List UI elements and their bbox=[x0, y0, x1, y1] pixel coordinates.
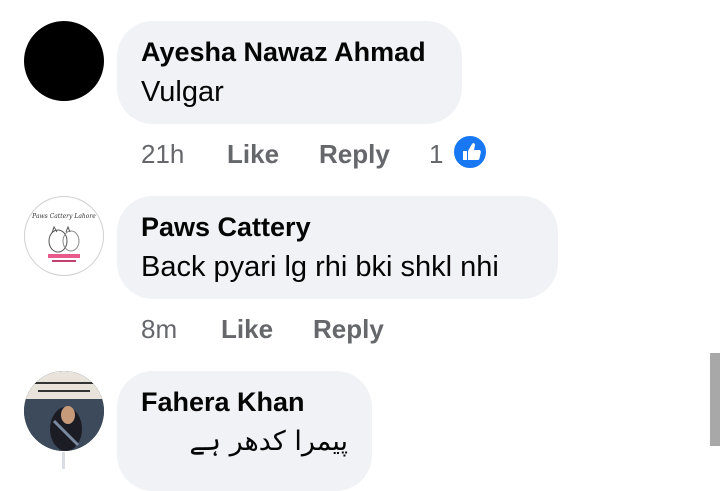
reaction-count[interactable]: 1 bbox=[429, 139, 443, 170]
reply-link[interactable]: Reply bbox=[313, 314, 384, 345]
comment-item: Ayesha Nawaz Ahmad Vulgar 21h Like Reply… bbox=[0, 0, 720, 185]
avatar[interactable] bbox=[24, 371, 104, 451]
thumbs-up-icon[interactable] bbox=[452, 134, 488, 170]
avatar[interactable]: Paws Cattery Lahore bbox=[24, 196, 104, 276]
avatar[interactable] bbox=[24, 21, 104, 101]
avatar-logo-text: Paws Cattery Lahore bbox=[31, 213, 96, 220]
comment-timestamp[interactable]: 21h bbox=[141, 139, 184, 170]
reply-thread-line bbox=[62, 452, 65, 469]
like-link[interactable]: Like bbox=[221, 314, 273, 345]
comment-actions: 8m Like Reply bbox=[0, 314, 720, 348]
comment-actions: 21h Like Reply 1 bbox=[0, 139, 720, 173]
cat-logo-icon: Paws Cattery Lahore bbox=[31, 213, 96, 262]
comment-author[interactable]: Ayesha Nawaz Ahmad bbox=[141, 35, 438, 69]
comment-author[interactable]: Fahera Khan bbox=[141, 385, 348, 419]
profile-photo-icon bbox=[24, 371, 104, 451]
comment-author[interactable]: Paws Cattery bbox=[141, 210, 534, 244]
comment-text: پیمرا کدھر ہے bbox=[189, 426, 348, 457]
comment-bubble[interactable]: Paws Cattery Back pyari lg rhi bki shkl … bbox=[117, 196, 558, 299]
comment-timestamp[interactable]: 8m bbox=[141, 314, 177, 345]
comment-text: Back pyari lg rhi bki shkl nhi bbox=[141, 251, 499, 283]
comment-item: Fahera Khan پیمرا کدھر ہے bbox=[0, 360, 720, 491]
comment-bubble[interactable]: Ayesha Nawaz Ahmad Vulgar bbox=[117, 21, 462, 124]
like-link[interactable]: Like bbox=[227, 139, 279, 170]
comment-bubble[interactable]: Fahera Khan پیمرا کدھر ہے bbox=[117, 371, 372, 491]
scrollbar[interactable] bbox=[710, 353, 720, 446]
comment-text: Vulgar bbox=[141, 76, 224, 108]
comment-item: Paws Cattery Lahore Paws Cattery Back py… bbox=[0, 185, 720, 360]
reply-link[interactable]: Reply bbox=[319, 139, 390, 170]
